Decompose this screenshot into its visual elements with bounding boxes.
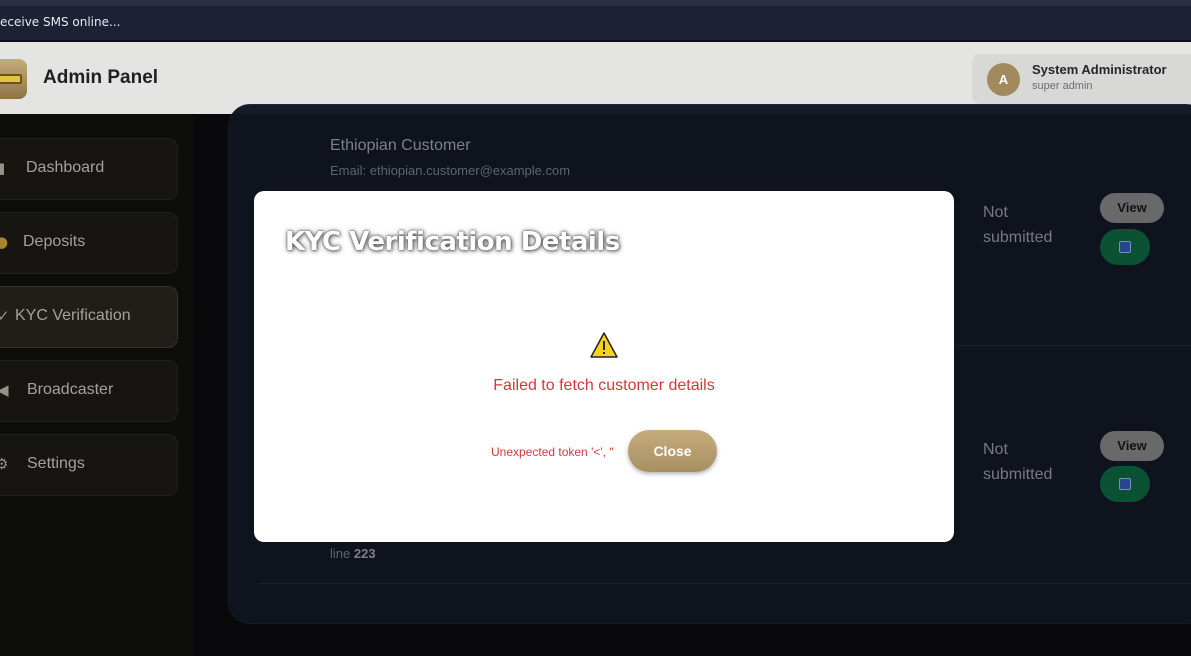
modal-title: KYC Verification Details xyxy=(285,227,620,257)
close-button[interactable]: Close xyxy=(628,430,717,472)
bookmark-link[interactable]: eceive SMS online... xyxy=(0,15,120,29)
kyc-details-modal: KYC Verification Details Failed to fetch… xyxy=(254,191,954,542)
error-detail: Unexpected token '<', " xyxy=(491,445,614,459)
logo-icon xyxy=(0,59,27,99)
browser-bookmark-bar: eceive SMS online... xyxy=(0,0,1191,42)
user-role: super admin xyxy=(1032,80,1093,92)
user-name: System Administrator xyxy=(1032,62,1167,77)
user-menu[interactable]: A System Administrator super admin xyxy=(972,54,1191,104)
error-message: Failed to fetch customer details xyxy=(493,377,715,394)
app-title: Admin Panel xyxy=(43,67,159,88)
warning-icon xyxy=(590,332,618,358)
avatar: A xyxy=(987,63,1020,96)
